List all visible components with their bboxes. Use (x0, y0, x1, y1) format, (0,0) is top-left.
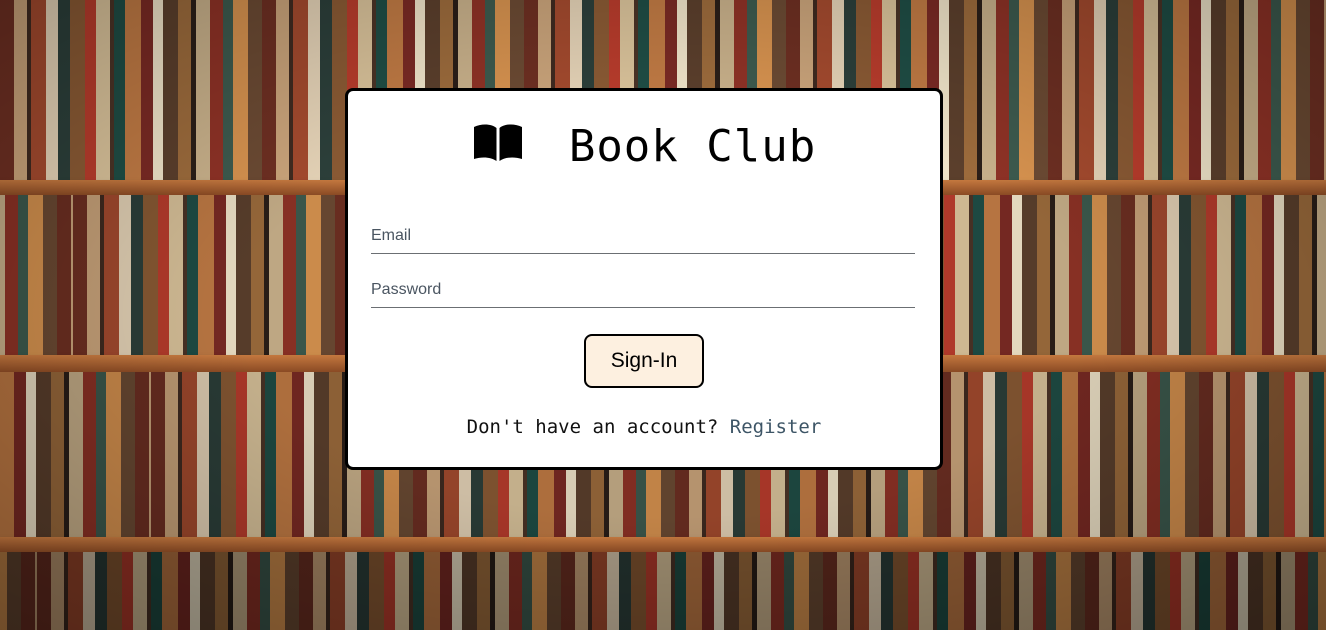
register-link[interactable]: Register (730, 416, 822, 438)
email-input[interactable] (371, 219, 915, 253)
email-field[interactable] (371, 219, 915, 254)
register-prompt: Don't have an account? Register (348, 416, 940, 438)
sign-in-button[interactable]: Sign-In (584, 334, 704, 388)
app-title: Book Club (568, 121, 817, 172)
app-header: Book Club (348, 121, 940, 173)
register-prompt-text: Don't have an account? (466, 416, 719, 438)
password-input[interactable] (371, 273, 915, 307)
password-field[interactable] (371, 273, 915, 308)
login-card: Book Club Sign-In Don't have an account?… (345, 88, 943, 470)
open-book-icon (472, 123, 524, 163)
